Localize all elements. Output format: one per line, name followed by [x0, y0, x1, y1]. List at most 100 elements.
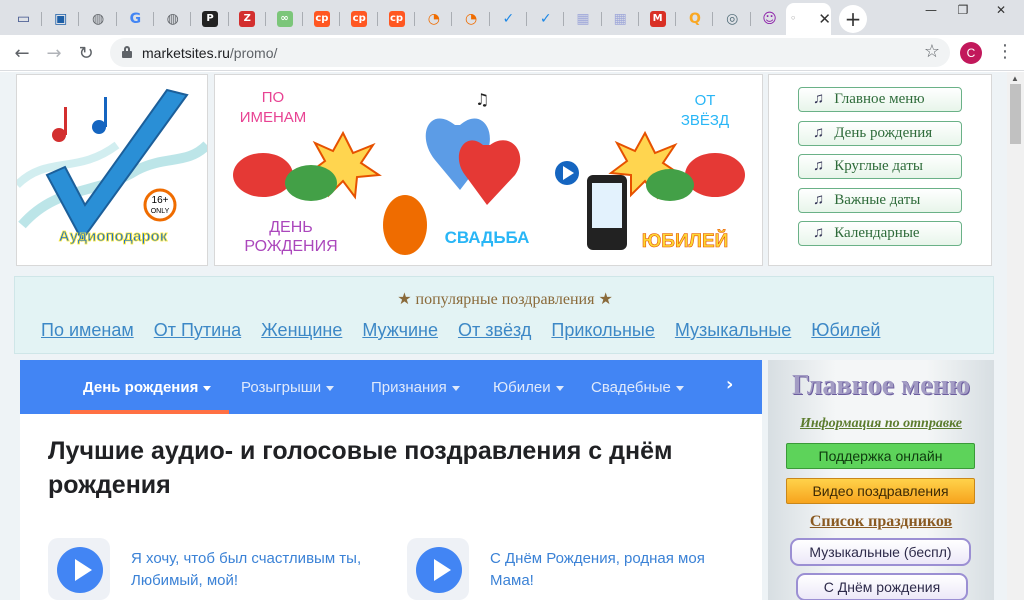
- menu-birthday-button[interactable]: ♫ День рождения: [798, 121, 962, 146]
- promo-banner[interactable]: ПО ИМЕНАМ ДЕНЬ РОЖДЕНИЯ ♫ СВАДЬБА ОТ ЗВЁ…: [214, 74, 763, 266]
- menu-important-dates-label: Важные даты: [834, 192, 921, 208]
- browser-tab[interactable]: ▦: [565, 5, 602, 32]
- tab-wedding[interactable]: Свадебные: [591, 379, 684, 396]
- popular-link[interactable]: Юбилей: [811, 320, 880, 341]
- popular-links: По именам От Путина Женщине Мужчине От з…: [41, 320, 900, 341]
- tab-birthday[interactable]: День рождения: [83, 379, 212, 396]
- musical-free-button[interactable]: Музыкальные (беспл): [790, 538, 971, 566]
- browser-tab[interactable]: Q: [676, 5, 714, 32]
- note-icon: ♫: [813, 225, 825, 241]
- page-viewport: 16+ ONLY Аудиоподарок ПО ИМЕНАМ ДЕНЬ РОЖ…: [0, 72, 1024, 600]
- popular-link[interactable]: По именам: [41, 320, 134, 341]
- browser-tab[interactable]: ◔: [415, 5, 453, 32]
- note-icon: ♫: [813, 192, 825, 208]
- play-button[interactable]: [407, 538, 469, 600]
- globe-favicon-icon: ◍: [91, 10, 105, 27]
- chevron-right-icon[interactable]: ›: [726, 374, 733, 395]
- forward-icon[interactable]: →: [42, 41, 66, 65]
- popular-link[interactable]: Музыкальные: [675, 320, 791, 341]
- bookmark-star-icon[interactable]: ☆: [924, 41, 940, 62]
- menu-kebab-icon[interactable]: ⋮: [996, 41, 1014, 62]
- browser-tab[interactable]: G: [117, 5, 154, 32]
- popular-link[interactable]: От Путина: [154, 320, 241, 341]
- disc-favicon-icon: ◎: [726, 10, 739, 27]
- greeting-card[interactable]: Я хочу, чтоб был счастливым ты, Любимый,…: [48, 538, 388, 600]
- sidebar-info-link[interactable]: Информация по отправке: [768, 416, 994, 432]
- globe-favicon-icon: ◍: [166, 10, 179, 27]
- tab-confessions[interactable]: Признания: [371, 379, 460, 396]
- greeting-link[interactable]: Я хочу, чтоб был счастливым ты, Любимый,…: [131, 548, 391, 592]
- browser-tab[interactable]: ▣: [42, 5, 80, 32]
- menu-round-dates-label: Круглые даты: [834, 158, 923, 174]
- menu-main-label: Главное меню: [834, 91, 925, 107]
- menu-main-button[interactable]: ♫ Главное меню: [798, 87, 962, 112]
- birthday-button[interactable]: С Днём рождения: [796, 573, 968, 600]
- play-button[interactable]: [48, 538, 110, 600]
- greeting-card[interactable]: С Днём Рождения, родная моя Мама!: [407, 538, 747, 600]
- logo-badge-only: ONLY: [151, 208, 170, 215]
- browser-tab[interactable]: ◔: [453, 5, 490, 32]
- gmail-favicon-icon: M: [649, 10, 666, 27]
- note-icon: ♫: [813, 158, 825, 174]
- lock-icon[interactable]: [122, 46, 132, 58]
- tab-label: Розыгрыши: [241, 379, 322, 396]
- address-bar[interactable]: marketsites.ru/promo/ ☆: [110, 38, 950, 67]
- new-tab-button[interactable]: +: [839, 5, 867, 33]
- scroll-up-icon[interactable]: ▲: [1011, 74, 1019, 83]
- popular-link[interactable]: Прикольные: [551, 320, 654, 341]
- tab-pranks[interactable]: Розыгрыши: [241, 379, 335, 396]
- menu-calendar-button[interactable]: ♫ Календарные: [798, 221, 962, 246]
- popular-link[interactable]: Женщине: [261, 320, 342, 341]
- browser-tab[interactable]: M: [639, 5, 677, 32]
- browser-tab[interactable]: ◍: [80, 5, 117, 32]
- browser-tab[interactable]: ✓: [490, 5, 527, 32]
- holidays-list-link[interactable]: Список праздников: [768, 513, 994, 531]
- banner-word-1a: ПО: [262, 89, 284, 106]
- browser-tab[interactable]: cp: [378, 5, 415, 32]
- browser-tab[interactable]: Z: [229, 5, 266, 32]
- menu-important-dates-button[interactable]: ♫ Важные даты: [798, 188, 962, 213]
- music-note-icon: ♫: [475, 90, 489, 109]
- note-icon: ♫: [813, 125, 825, 141]
- browser-tab[interactable]: cp: [303, 5, 341, 32]
- video-greetings-button[interactable]: Видео поздравления: [786, 478, 975, 504]
- browser-tab[interactable]: ∞: [266, 5, 304, 32]
- note-icon: ♫: [813, 91, 825, 107]
- browser-tab[interactable]: ▭: [5, 5, 42, 32]
- back-icon[interactable]: ←: [10, 41, 34, 65]
- tab-anniversaries[interactable]: Юбилеи: [493, 379, 564, 396]
- popular-link[interactable]: Мужчине: [362, 320, 438, 341]
- browser-tab[interactable]: cp: [341, 5, 378, 32]
- logo-text: Аудиоподарок: [59, 228, 168, 245]
- logo-badge-text: 16+: [152, 195, 169, 206]
- banner-word-3: СВАДЬБА: [445, 228, 530, 247]
- scrollbar-thumb[interactable]: [1010, 84, 1021, 144]
- minimize-icon[interactable]: —: [914, 0, 948, 20]
- banner-word-4a: ОТ: [695, 92, 716, 109]
- browser-tab[interactable]: P: [192, 5, 229, 32]
- reload-icon[interactable]: ↻: [74, 41, 98, 65]
- browser-tab[interactable]: ▦: [602, 5, 639, 32]
- q-favicon-icon: Q: [688, 10, 701, 27]
- browser-tab[interactable]: ☺: [751, 5, 788, 32]
- audiopodarok-logo-graphic: 16+ ONLY Аудиоподарок: [17, 88, 207, 245]
- url-text[interactable]: marketsites.ru/promo/: [142, 45, 277, 61]
- maximize-icon[interactable]: ❐: [948, 0, 978, 20]
- page-scrollbar[interactable]: ▲: [1007, 72, 1024, 600]
- close-tab-icon[interactable]: ✕: [818, 10, 831, 28]
- popular-link[interactable]: От звёзд: [458, 320, 531, 341]
- close-window-icon[interactable]: ✕: [978, 0, 1024, 20]
- browser-tab[interactable]: ◎: [714, 5, 751, 32]
- tab-active[interactable]: ◦ ✕: [786, 3, 831, 35]
- menu-birthday-label: День рождения: [834, 125, 933, 141]
- greeting-link[interactable]: С Днём Рождения, родная моя Мама!: [490, 548, 750, 592]
- support-online-button[interactable]: Поддержка онлайн: [786, 443, 975, 469]
- url-path: /promo/: [229, 45, 278, 61]
- sidebar-title: Главное меню: [791, 370, 971, 401]
- browser-tab[interactable]: ✓: [527, 5, 565, 32]
- profile-avatar[interactable]: C: [960, 42, 982, 64]
- site-logo[interactable]: 16+ ONLY Аудиоподарок: [16, 74, 208, 266]
- p-favicon-icon: P: [202, 10, 218, 27]
- browser-tab[interactable]: ◍: [154, 5, 192, 32]
- menu-round-dates-button[interactable]: ♫ Круглые даты: [798, 154, 962, 179]
